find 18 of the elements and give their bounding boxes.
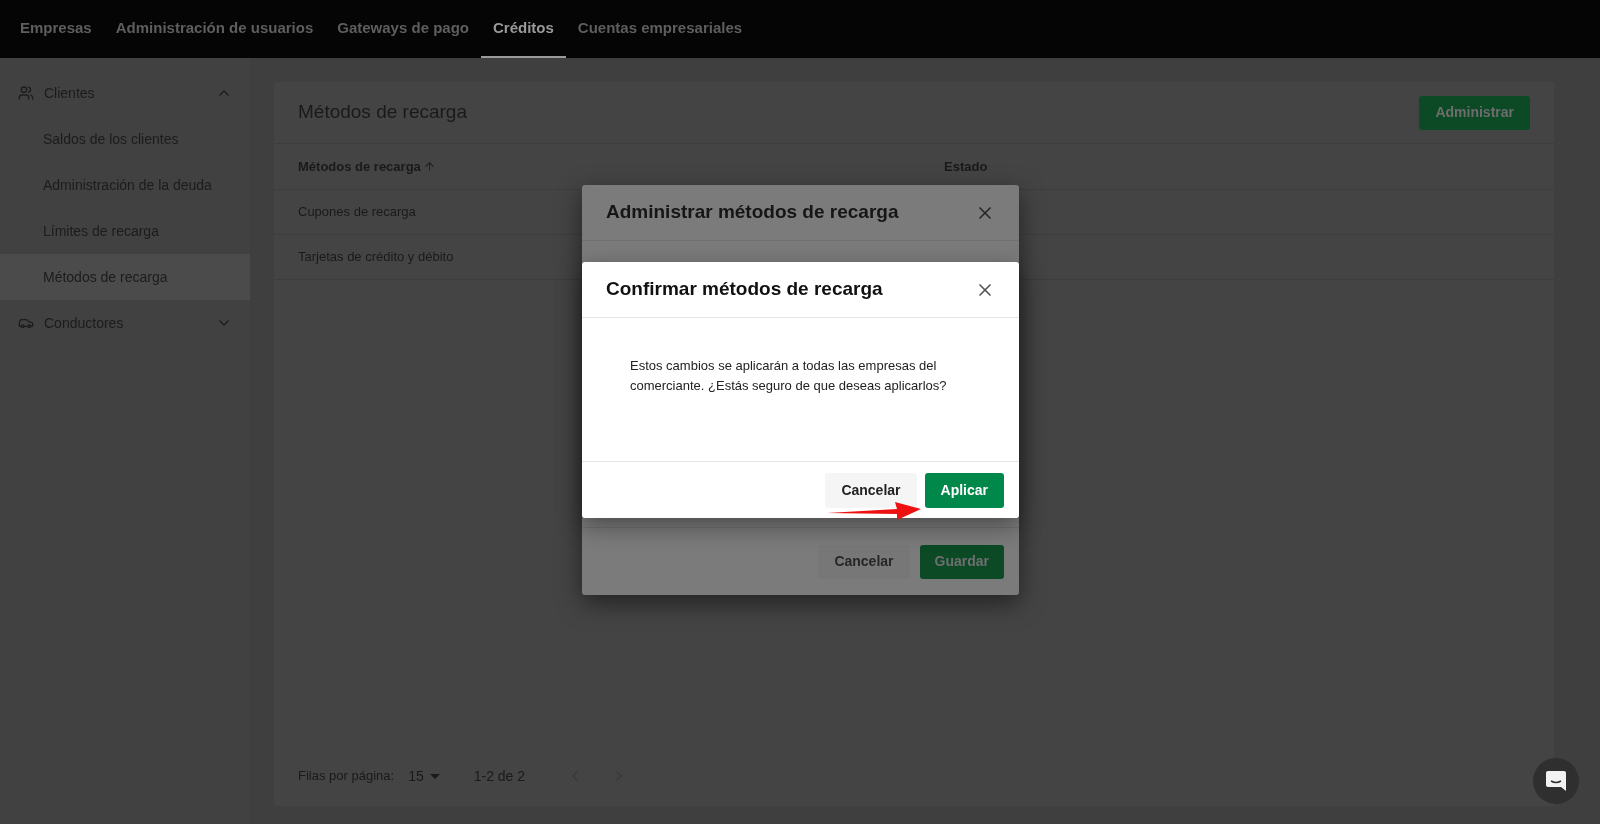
nav-tab[interactable]: Empresas bbox=[8, 0, 104, 58]
administrar-button[interactable]: Administrar bbox=[1419, 95, 1530, 130]
apply-button[interactable]: Aplicar bbox=[924, 472, 1004, 508]
cancel-button[interactable]: Cancelar bbox=[825, 472, 917, 508]
save-button[interactable]: Guardar bbox=[919, 544, 1004, 579]
nav-tab[interactable]: Administración de usuarios bbox=[103, 0, 326, 58]
chat-button[interactable] bbox=[1533, 758, 1579, 804]
nav-tab[interactable]: Cuentas empresariales bbox=[565, 0, 755, 58]
chat-bubble-icon bbox=[1545, 770, 1567, 792]
nav-tab[interactable]: Gateways de pago bbox=[325, 0, 481, 58]
caret-down-icon bbox=[429, 773, 440, 779]
sort-arrow-icon bbox=[422, 160, 436, 173]
cancel-button[interactable]: Cancelar bbox=[818, 544, 910, 579]
people-icon bbox=[18, 85, 34, 101]
dialog-title: Confirmar métodos de recarga bbox=[606, 277, 883, 302]
dialog-title: Administrar métodos de recarga bbox=[606, 200, 899, 225]
confirm-message: Estos cambios se aplicarán a todas las empresas del comerciante. ¿Estás seguro de que deseas aplicarlos? bbox=[630, 357, 948, 395]
nav-tab[interactable]: Créditos bbox=[481, 0, 566, 58]
